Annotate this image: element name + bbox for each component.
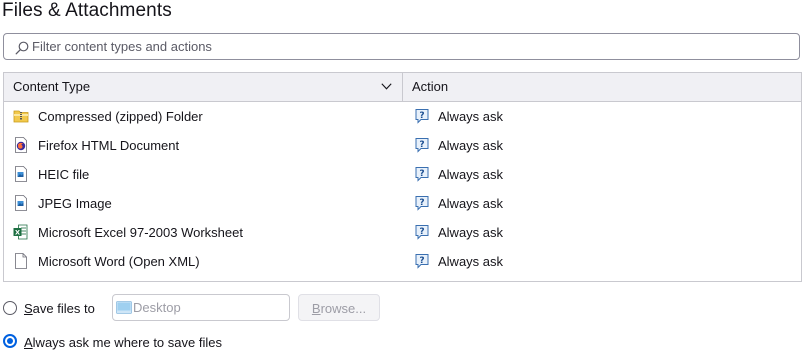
firefox-html-icon [15, 137, 27, 153]
svg-text:?: ? [419, 140, 424, 150]
content-type-cell: HEIC file [4, 160, 403, 189]
always-ask-label[interactable]: Always ask me where to save files [24, 335, 222, 350]
table-row[interactable]: Microsoft Word (Open XML) ? Always ask [4, 247, 801, 276]
table-row[interactable]: X Microsoft Excel 97-2003 Worksheet ? Al… [4, 218, 801, 247]
svg-text:?: ? [419, 198, 424, 208]
content-type-label: Microsoft Word (Open XML) [38, 254, 200, 269]
content-type-label: Firefox HTML Document [38, 138, 180, 153]
search-icon [15, 41, 29, 55]
ask-question-icon: ? [415, 254, 429, 269]
content-type-cell: JPEG Image [4, 189, 403, 218]
content-type-cell: X Microsoft Excel 97-2003 Worksheet [4, 218, 403, 247]
content-type-label: Compressed (zipped) Folder [38, 109, 203, 124]
save-files-to-text: ave files to [32, 301, 95, 316]
radio-selected-dot [7, 338, 13, 344]
always-ask-accesskey: A [24, 335, 33, 350]
ask-question-icon: ? [415, 109, 429, 124]
search-box[interactable] [3, 33, 800, 60]
content-type-label: Microsoft Excel 97-2003 Worksheet [38, 225, 243, 240]
content-type-label: JPEG Image [38, 196, 112, 211]
ask-question-icon: ? [415, 138, 429, 153]
action-label: Always ask [438, 196, 504, 211]
browse-accesskey: B [311, 301, 321, 316]
content-type-cell: Microsoft Word (Open XML) [4, 247, 403, 276]
table-header: Content Type Action [4, 73, 801, 102]
table-row[interactable]: JPEG Image ? Always ask [4, 189, 801, 218]
download-folder-field: Desktop [112, 294, 290, 321]
content-type-cell: Compressed (zipped) Folder [4, 102, 403, 131]
action-cell[interactable]: ? Always ask [403, 102, 801, 131]
table-row[interactable]: Compressed (zipped) Folder ? Always ask [4, 102, 801, 131]
action-label: Always ask [438, 225, 504, 240]
column-header-action-label: Action [412, 79, 449, 94]
table-row[interactable]: Firefox HTML Document ? Always ask [4, 131, 801, 160]
column-header-content-type-label: Content Type [13, 79, 91, 94]
ask-question-icon: ? [415, 167, 429, 182]
svg-text:?: ? [419, 169, 424, 179]
search-input[interactable] [32, 36, 792, 57]
action-label: Always ask [438, 167, 504, 182]
always-ask-text: lways ask me where to save files [32, 335, 222, 350]
action-cell[interactable]: ? Always ask [403, 131, 801, 160]
blank-file-icon [15, 253, 27, 269]
svg-text:?: ? [419, 256, 424, 266]
zip-folder-icon [13, 110, 29, 123]
action-label: Always ask [438, 254, 504, 269]
image-file-icon [15, 195, 27, 211]
action-label: Always ask [438, 109, 504, 124]
save-files-to-radio[interactable] [3, 301, 17, 315]
desktop-folder-icon [116, 301, 132, 314]
browse-text: rowse... [320, 301, 367, 316]
save-files-to-accesskey: S [24, 301, 33, 316]
table-row[interactable]: HEIC file ? Always ask [4, 160, 801, 189]
chevron-down-icon [381, 83, 392, 90]
ask-question-icon: ? [415, 196, 429, 211]
svg-text:X: X [15, 229, 20, 237]
always-ask-radio[interactable] [3, 334, 17, 348]
column-header-content-type[interactable]: Content Type [4, 73, 403, 101]
ask-question-icon: ? [415, 225, 429, 240]
content-type-cell: Firefox HTML Document [4, 131, 403, 160]
save-files-to-label[interactable]: Save files to [24, 301, 95, 316]
download-folder-value: Desktop [133, 300, 181, 315]
column-header-action[interactable]: Action [403, 73, 801, 101]
action-label: Always ask [438, 138, 504, 153]
action-cell[interactable]: ? Always ask [403, 160, 801, 189]
action-cell[interactable]: ? Always ask [403, 189, 801, 218]
action-cell[interactable]: ? Always ask [403, 247, 801, 276]
browse-button[interactable]: Browse... [298, 294, 380, 321]
page-title: Files & Attachments [2, 0, 172, 21]
table-body: Compressed (zipped) Folder ? Always ask … [4, 102, 801, 276]
action-cell[interactable]: ? Always ask [403, 218, 801, 247]
svg-text:?: ? [419, 227, 424, 237]
svg-text:?: ? [419, 111, 424, 121]
image-file-icon [15, 166, 27, 182]
content-type-label: HEIC file [38, 167, 90, 182]
content-types-table: Content Type Action Compressed (zipped) … [3, 72, 802, 282]
excel-file-icon: X [13, 224, 28, 240]
